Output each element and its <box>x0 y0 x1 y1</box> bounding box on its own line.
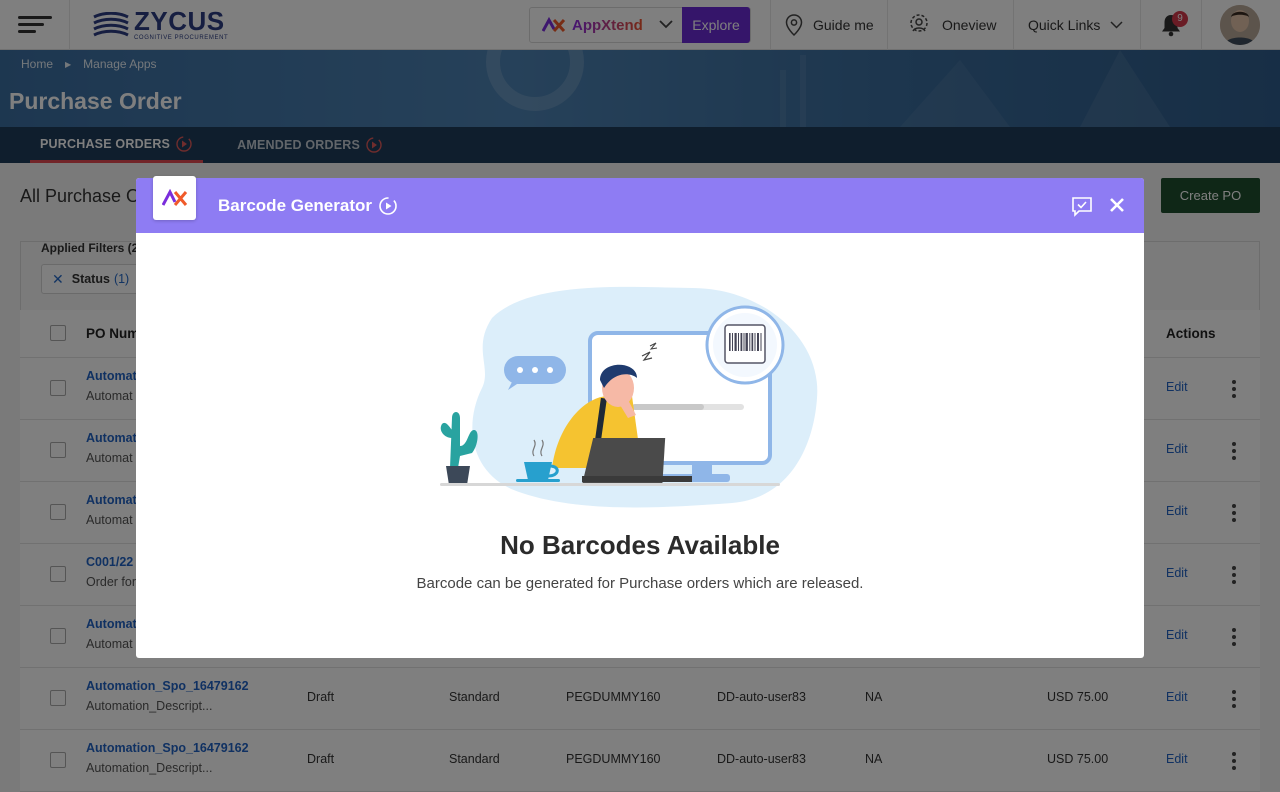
empty-state-subtitle: Barcode can be generated for Purchase or… <box>416 575 864 592</box>
empty-state-title: No Barcodes Available <box>500 530 780 560</box>
feedback-icon[interactable] <box>1071 196 1093 217</box>
close-icon[interactable] <box>1109 197 1125 213</box>
modal-title: Barcode Generator <box>218 196 398 216</box>
modal-header: Barcode Generator <box>136 176 1144 233</box>
help-video-icon[interactable] <box>378 196 398 216</box>
empty-state-illustration <box>440 286 818 508</box>
barcode-generator-modal: Barcode Generator No Barcodes Available … <box>136 176 1144 658</box>
modal-title-text: Barcode Generator <box>218 196 372 215</box>
appxtend-logo-icon <box>153 176 196 220</box>
